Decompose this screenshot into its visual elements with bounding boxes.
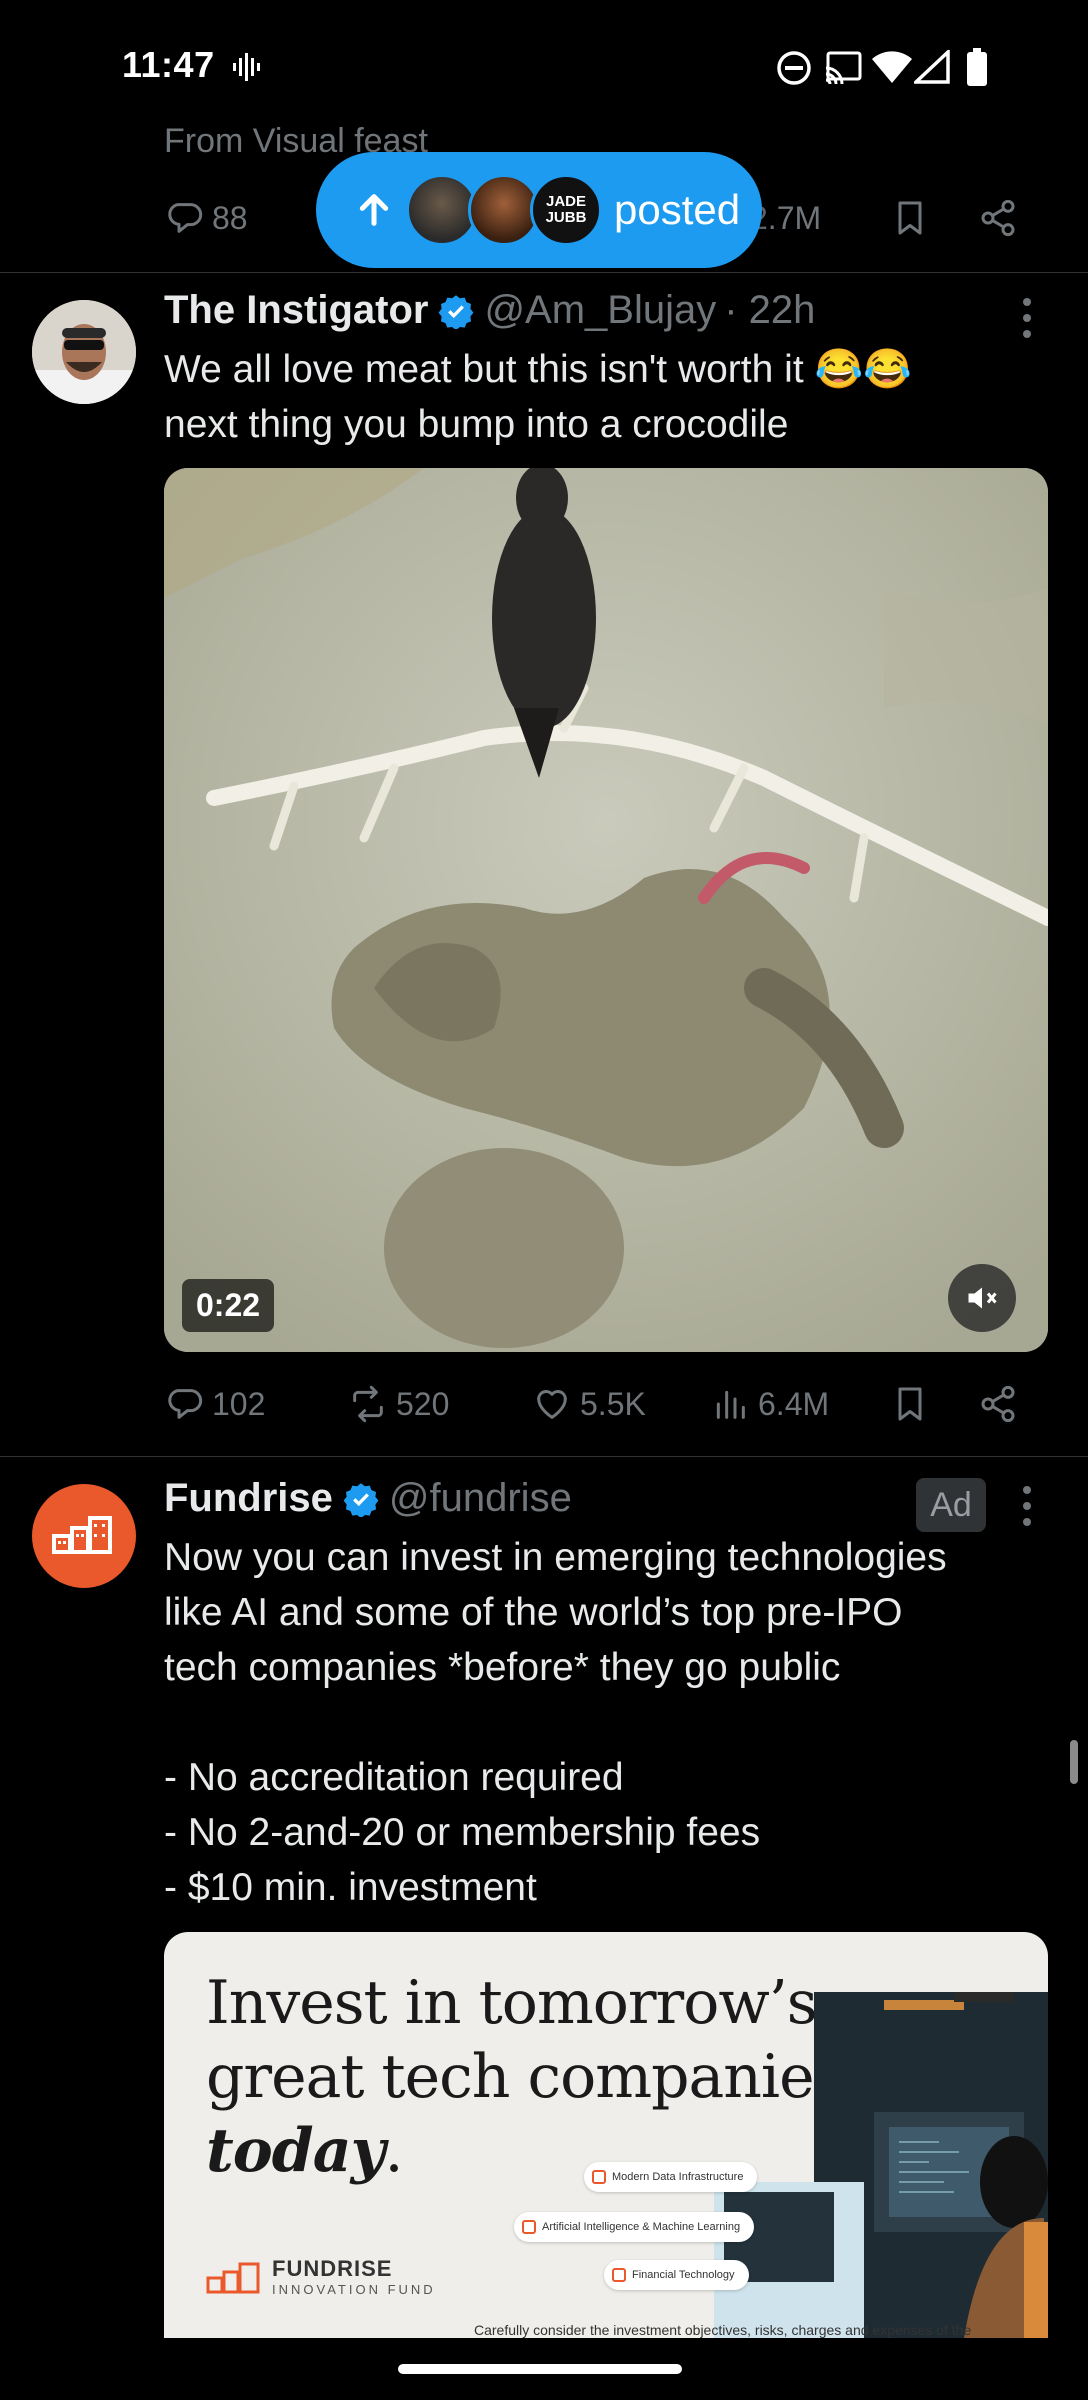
- verified-badge-icon: [343, 1482, 379, 1517]
- fundrise-logo-icon: [206, 2262, 260, 2293]
- ad-chip: Artificial Intelligence & Machine Learni…: [514, 2212, 755, 2242]
- ad-logo-sub: INNOVATION FUND: [272, 2282, 436, 2297]
- views-count: 6.4M: [758, 1385, 830, 1422]
- video-duration: 0:22: [182, 1279, 275, 1332]
- like-button[interactable]: 5.5K: [532, 1374, 646, 1434]
- reply-icon: [168, 203, 203, 233]
- author-handle[interactable]: @Am_Blujay: [484, 288, 716, 333]
- author-name[interactable]: Fundrise: [164, 1476, 333, 1521]
- share-button[interactable]: [978, 1374, 1018, 1434]
- battery-icon: [967, 48, 987, 86]
- status-time: 11:47: [122, 44, 215, 85]
- mute-button[interactable]: [948, 1264, 1016, 1332]
- do-not-disturb-icon: [777, 51, 811, 85]
- video-player[interactable]: 0:22: [164, 468, 1048, 1352]
- ad-chip: Financial Technology: [604, 2260, 749, 2290]
- share-icon: [981, 1385, 1015, 1423]
- reply-button[interactable]: 88: [164, 188, 248, 248]
- divider: [0, 1456, 1088, 1457]
- author-handle[interactable]: @fundrise: [389, 1476, 572, 1521]
- pill-avatars: JADE JUBB: [406, 172, 606, 248]
- cell-signal-icon: [914, 50, 950, 84]
- ad-chip-label: Financial Technology: [632, 2269, 735, 2281]
- chip-icon: [612, 2268, 626, 2282]
- arrow-up-icon: [359, 194, 389, 226]
- tweet-text: We all love meat but this isn't worth it…: [164, 348, 912, 446]
- ad-headline-line3: today: [206, 2116, 385, 2186]
- tweet-header: The Instigator @Am_Blujay · 22h: [164, 288, 815, 333]
- bookmark-button[interactable]: [890, 188, 930, 248]
- verified-badge-icon: [439, 294, 474, 329]
- status-bar: 11:47: [0, 0, 1088, 130]
- repost-count: 520: [396, 1385, 450, 1422]
- repost-icon: [353, 1385, 383, 1423]
- more-options-icon[interactable]: [1021, 1484, 1033, 1528]
- tweet-header: Fundrise @fundrise: [164, 1476, 572, 1521]
- video-thumbnail: [164, 468, 1048, 1352]
- bookmark-button[interactable]: [890, 1374, 930, 1434]
- ad-chip: Modern Data Infrastructure: [584, 2162, 758, 2192]
- avatar[interactable]: [32, 300, 136, 404]
- pill-avatar-3: JADE JUBB: [530, 174, 602, 246]
- analytics-icon: [716, 1390, 745, 1419]
- ad-chip-label: Artificial Intelligence & Machine Learni…: [542, 2221, 741, 2233]
- ad-headline-period: .: [384, 2116, 403, 2186]
- home-indicator[interactable]: [398, 2364, 682, 2374]
- tweet-actions: 102 520 5.5K 6.4M: [164, 1374, 1024, 1434]
- tweet-text: Now you can invest in emerging technolog…: [164, 1536, 947, 1909]
- bookmark-icon: [898, 1387, 922, 1421]
- reply-button[interactable]: 102: [164, 1374, 265, 1434]
- author-name[interactable]: The Instigator: [164, 288, 428, 333]
- ad-photo: [714, 1992, 1048, 2338]
- ad-logo-name: FUNDRISE: [272, 2256, 393, 2281]
- reply-count: 102: [212, 1385, 266, 1422]
- heart-icon: [537, 1390, 567, 1419]
- avatar-image: [32, 300, 136, 404]
- like-count: 5.5K: [580, 1385, 646, 1422]
- ad-logo-text: FUNDRISE INNOVATION FUND: [272, 2256, 436, 2297]
- pill-avatar-3-text: JADE JUBB: [545, 193, 587, 226]
- more-options-icon[interactable]: [1021, 296, 1033, 340]
- share-icon: [981, 199, 1015, 237]
- reply-count: 88: [212, 199, 248, 236]
- ad-chip-label: Modern Data Infrastructure: [612, 2171, 744, 2183]
- volume-muted-icon: [968, 1287, 997, 1309]
- ad-image-card[interactable]: Invest in tomorrow’s great tech companie…: [164, 1932, 1048, 2338]
- scrollbar-thumb[interactable]: [1070, 1740, 1078, 1784]
- share-button[interactable]: [978, 188, 1018, 248]
- new-posts-pill[interactable]: JADE JUBB posted: [316, 152, 762, 268]
- ad-fine-print: Carefully consider the investment object…: [474, 2322, 972, 2338]
- wifi-icon: [872, 51, 912, 83]
- voice-activity-icon: [233, 53, 260, 81]
- chip-icon: [592, 2170, 606, 2184]
- divider: [0, 272, 1088, 273]
- ad-badge: Ad: [916, 1478, 986, 1532]
- fundrise-avatar[interactable]: [32, 1484, 136, 1588]
- posted-label: posted: [614, 186, 741, 233]
- tweet-time: · 22h: [724, 288, 816, 332]
- chip-icon: [522, 2220, 536, 2234]
- fundrise-logo-icon: [52, 1516, 112, 1554]
- bookmark-icon: [898, 201, 922, 235]
- repost-button[interactable]: 520: [348, 1374, 449, 1434]
- reply-icon: [168, 1389, 203, 1419]
- cast-icon: [825, 51, 862, 85]
- views-button[interactable]: 6.4M: [710, 1374, 829, 1434]
- ad-logo: FUNDRISE INNOVATION FUND: [206, 2256, 436, 2297]
